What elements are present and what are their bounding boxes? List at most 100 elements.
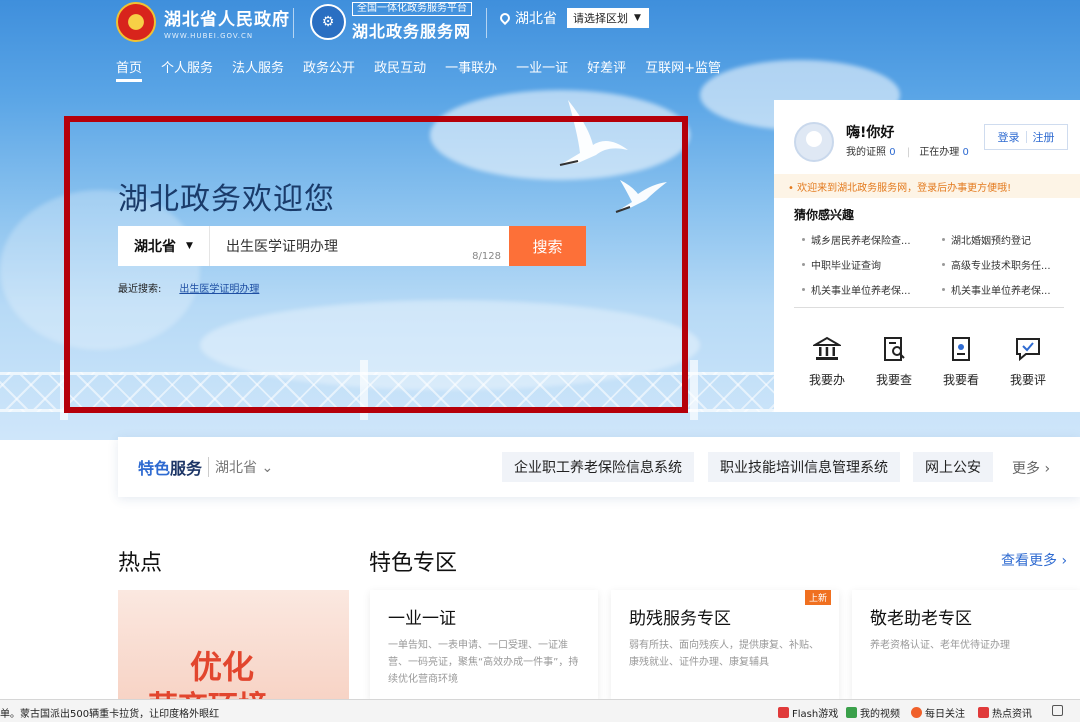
guess-item[interactable]: 城乡居民养老保险查... xyxy=(794,232,928,247)
comment-check-icon xyxy=(1016,338,1040,362)
guess-item[interactable]: 湖北婚姻预约登记 xyxy=(934,232,1068,247)
search-region-label: 湖北省 xyxy=(134,239,177,255)
nav-one-license[interactable]: 一业一证 xyxy=(516,57,568,82)
national-emblem-icon xyxy=(116,2,156,42)
search-bar: 湖北省 ▼ 出生医学证明办理 8/128 搜索 xyxy=(118,226,586,266)
card-desc: 养老资格认证、老年优待证办理 xyxy=(870,640,1010,651)
nav-gov-affairs[interactable]: 政务公开 xyxy=(303,57,355,82)
recent-search-link[interactable]: 出生医学证明办理 xyxy=(179,280,259,295)
greeting: 嗨!你好 xyxy=(846,125,895,141)
register-link[interactable]: 注册 xyxy=(1033,129,1055,145)
gov-logo[interactable]: 湖北省人民政府 WWW.HUBEI.GOV.CN xyxy=(116,2,290,42)
new-badge: 上新 xyxy=(804,590,831,605)
in-progress-label[interactable]: 正在办理 xyxy=(919,147,959,158)
search-button[interactable]: 搜索 xyxy=(509,226,586,266)
quick-apply[interactable]: 我要办 xyxy=(802,336,852,388)
quick-query[interactable]: 我要查 xyxy=(869,336,919,388)
flash-games-link[interactable]: Flash游戏 xyxy=(778,705,838,720)
news-icon xyxy=(978,707,989,718)
chevron-down-icon: ⌄ xyxy=(257,460,274,476)
guess-item[interactable]: 高级专业技术职务任... xyxy=(934,257,1068,272)
quick-apply-label: 我要办 xyxy=(808,373,845,387)
service-chip-training[interactable]: 职业技能培训信息管理系统 xyxy=(708,452,900,482)
quick-view[interactable]: 我要看 xyxy=(936,336,986,388)
nav-personal[interactable]: 个人服务 xyxy=(161,57,213,82)
search-input-value: 出生医学证明办理 xyxy=(226,239,338,255)
browser-status-bar: 单。蒙古国派出500辆重卡拉货，让印度格外眼红 Flash游戏 我的视频 每日关… xyxy=(0,699,1080,722)
video-icon xyxy=(846,707,857,718)
guess-item[interactable]: 机关事业单位养老保... xyxy=(794,282,928,297)
my-video-link[interactable]: 我的视频 xyxy=(846,705,900,720)
services-region-select[interactable]: 湖北省 ⌄ xyxy=(208,457,273,477)
hot-banner[interactable]: 优化 营商环境 xyxy=(118,590,349,700)
platform-tag: 全国一体化政务服务平台 xyxy=(352,2,472,16)
railing-post xyxy=(690,360,698,420)
platform-logo[interactable]: ⚙ 全国一体化政务服务平台 湖北政务服务网 xyxy=(310,2,472,42)
service-chip-pension[interactable]: 企业职工养老保险信息系统 xyxy=(502,452,694,482)
platform-emblem-icon: ⚙ xyxy=(310,4,346,40)
card-desc: 弱有所扶、面向残疾人，提供康复、补贴、康残就业、证件办理、康复辅具 xyxy=(629,640,819,668)
nav-one-thing[interactable]: 一事联办 xyxy=(445,57,497,82)
card-title: 助残服务专区 xyxy=(629,609,731,629)
search-input[interactable]: 出生医学证明办理 8/128 xyxy=(210,226,509,266)
login-notice: • 欢迎来到湖北政务服务网，登录后办事更方便哦! xyxy=(774,174,1080,198)
gov-name: 湖北省人民政府 xyxy=(164,9,290,30)
my-license-count: 0 xyxy=(889,147,896,158)
hot-banner-text: 营商环境 xyxy=(148,682,268,700)
divider xyxy=(293,8,294,38)
nav-supervision[interactable]: 互联网+监管 xyxy=(645,57,721,82)
avatar[interactable] xyxy=(794,122,834,162)
quick-query-label: 我要查 xyxy=(875,373,912,387)
caret-down-icon: ▼ xyxy=(634,13,641,23)
auth-box: 登录 注册 xyxy=(984,124,1068,150)
hot-news-link[interactable]: 热点资讯 xyxy=(978,705,1032,720)
search-char-count: 8/128 xyxy=(472,251,501,262)
gov-url: WWW.HUBEI.GOV.CN xyxy=(164,31,254,40)
location-pin-icon xyxy=(497,10,513,26)
shield-icon[interactable] xyxy=(1052,705,1066,716)
region-select-label: 请选择区划 xyxy=(573,12,628,25)
nav-legal-person[interactable]: 法人服务 xyxy=(232,57,284,82)
user-panel: 嗨!你好 我的证照 0 | 正在办理 0 登录 注册 • 欢迎来到湖北政务服务网… xyxy=(774,100,1080,412)
caret-down-icon: ▼ xyxy=(186,241,193,251)
news-ticker[interactable]: 单。蒙古国派出500辆重卡拉货，让印度格外眼红 xyxy=(0,705,219,720)
quick-review-label: 我要评 xyxy=(1009,373,1046,387)
guess-item[interactable]: 中职毕业证查询 xyxy=(794,257,928,272)
main-nav: 首页 个人服务 法人服务 政务公开 政民互动 一事联办 一业一证 好差评 互联网… xyxy=(116,57,740,82)
hot-heading: 热点 xyxy=(118,551,163,576)
in-progress-count: 0 xyxy=(962,147,969,158)
card-desc: 一单告知、一表申请、一口受理、一证准营、一码亮证，聚焦“高效办成一件事”，持续优… xyxy=(388,640,579,685)
feature-card-disability[interactable]: 上新 助残服务专区 弱有所扶、面向残疾人，提供康复、补贴、康残就业、证件办理、康… xyxy=(611,590,839,700)
login-link[interactable]: 登录 xyxy=(998,129,1020,145)
certificate-icon xyxy=(952,337,970,361)
feature-card-one-license[interactable]: 一业一证 一单告知、一表申请、一口受理、一证准营、一码亮证，聚焦“高效办成一件事… xyxy=(370,590,598,700)
flash-icon xyxy=(778,707,789,718)
divider xyxy=(486,8,487,38)
search-region-select[interactable]: 湖北省 ▼ xyxy=(118,226,210,266)
see-more-link[interactable]: 查看更多 › xyxy=(1001,550,1067,570)
current-region: 湖北省 xyxy=(497,8,557,28)
guess-list: 城乡居民养老保险查... 湖北婚姻预约登记 中职毕业证查询 高级专业技术职务任.… xyxy=(794,232,1068,297)
nav-home[interactable]: 首页 xyxy=(116,57,143,82)
document-search-icon xyxy=(884,337,905,361)
guess-item[interactable]: 机关事业单位养老保... xyxy=(934,282,1068,297)
card-title: 敬老助老专区 xyxy=(870,609,972,629)
platform-name: 湖北政务服务网 xyxy=(352,22,472,41)
recent-searches: 最近搜索: 出生医学证明办理 xyxy=(118,280,259,295)
nav-interaction[interactable]: 政民互动 xyxy=(374,57,426,82)
nav-review[interactable]: 好差评 xyxy=(587,57,626,82)
guess-title: 猜你感兴趣 xyxy=(794,208,855,222)
welcome-title: 湖北政务欢迎您 xyxy=(118,182,335,217)
featured-heading: 特色专区 xyxy=(369,551,458,576)
recent-label: 最近搜索: xyxy=(118,284,162,295)
service-chip-police[interactable]: 网上公安 xyxy=(913,452,993,482)
daily-focus-link[interactable]: 每日关注 xyxy=(911,705,965,720)
region-select[interactable]: 请选择区划 ▼ xyxy=(567,8,649,28)
feature-card-elderly[interactable]: 敬老助老专区 养老资格认证、老年优待证办理 xyxy=(852,590,1080,700)
my-license-label[interactable]: 我的证照 xyxy=(846,147,886,158)
flame-icon xyxy=(911,707,922,718)
bank-building-icon xyxy=(811,336,843,360)
quick-review[interactable]: 我要评 xyxy=(1003,336,1053,388)
services-more-link[interactable]: 更多 › xyxy=(1012,458,1050,478)
special-services-bar: 特色服务 湖北省 ⌄ 企业职工养老保险信息系统 职业技能培训信息管理系统 网上公… xyxy=(118,437,1080,497)
